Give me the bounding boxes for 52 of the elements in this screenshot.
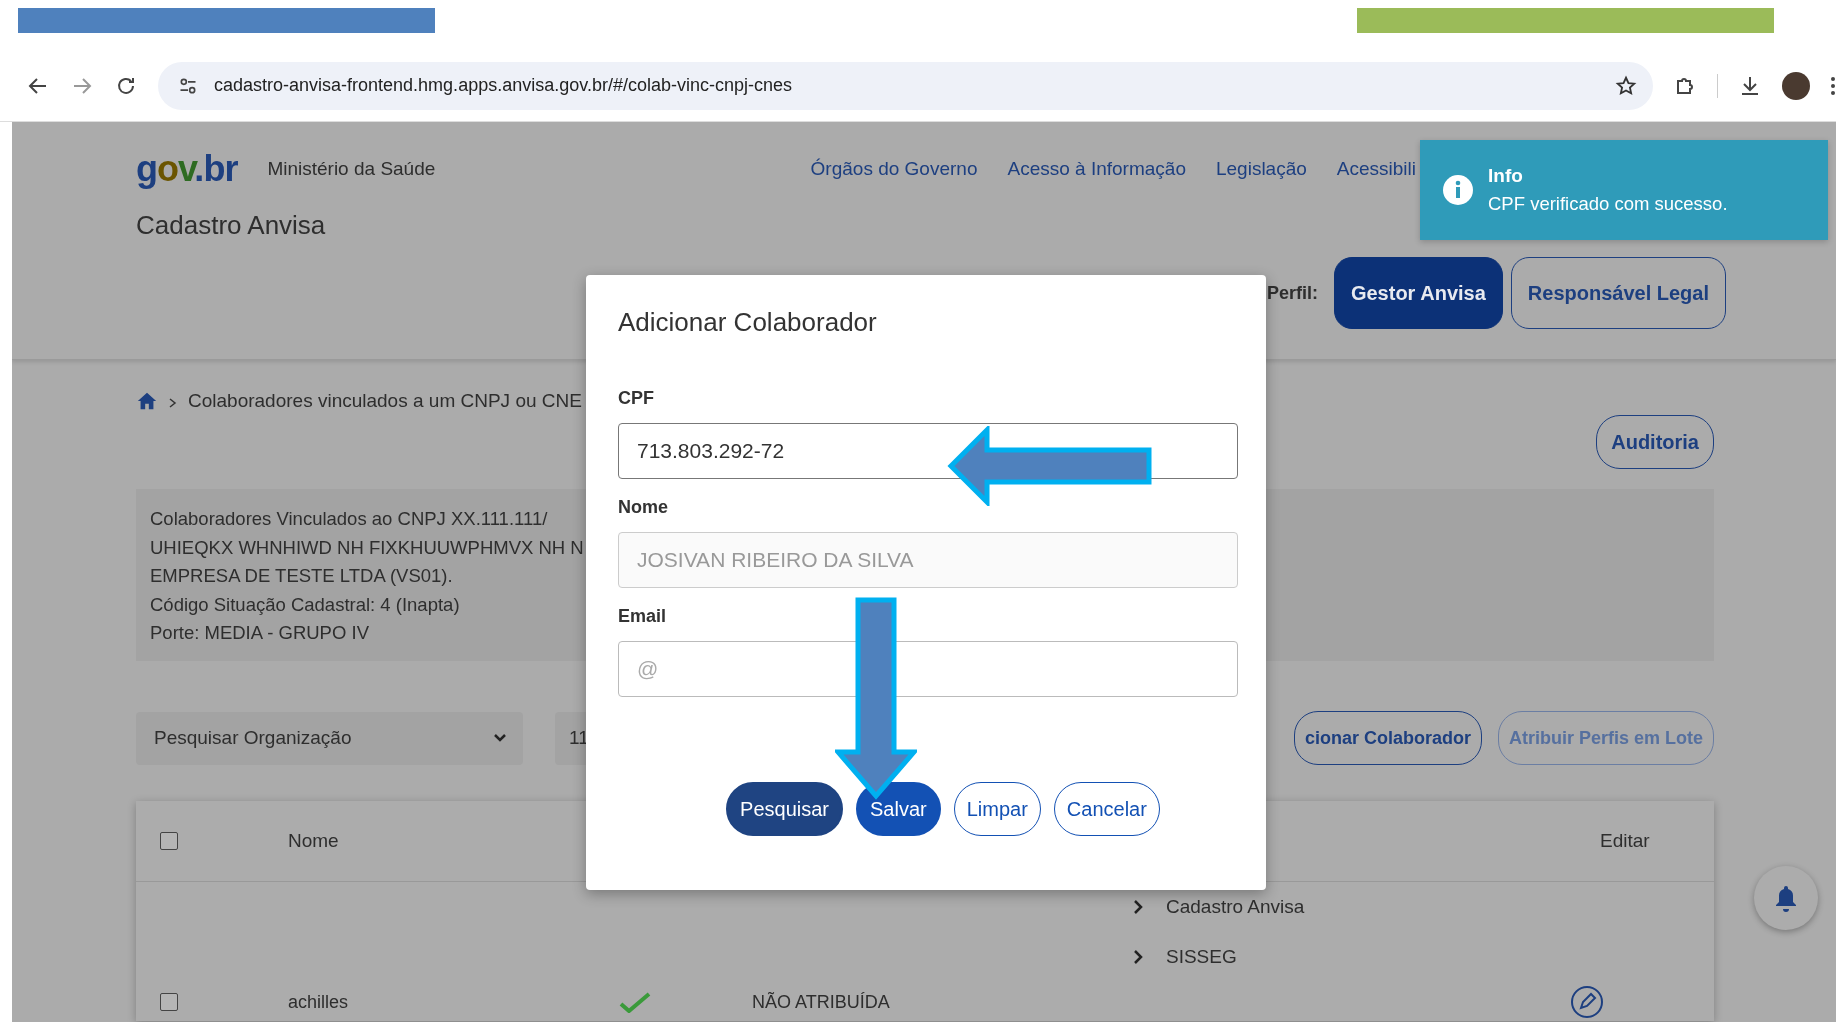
dialog-button[interactable]: Pesquisar — [726, 782, 843, 836]
info-icon — [1442, 174, 1474, 206]
group-name: SISSEG — [1166, 946, 1237, 968]
dialog-button[interactable]: Salvar — [856, 782, 941, 836]
breadcrumb-link[interactable]: Colaboradores vinculados a um CNPJ ou CNE — [188, 390, 582, 412]
info-text: Porte: MEDIA - GRUPO IV — [150, 621, 369, 645]
checkbox[interactable] — [160, 993, 178, 1011]
info-text: UHIEQKX WHNHIWD NH FIXKHUUWPHMVX NH N — [150, 535, 584, 560]
action-button[interactable]: cionar Colaborador — [1293, 711, 1482, 765]
field-label: Email — [618, 606, 668, 627]
checkbox[interactable] — [160, 832, 178, 850]
toast-message: CPF verificado com sucesso. — [1488, 193, 1728, 215]
chevron-right-icon[interactable] — [1132, 898, 1144, 916]
profile-tab[interactable]: Responsável Legal — [1510, 257, 1726, 329]
profile-tab[interactable]: Gestor Anvisa — [1333, 257, 1503, 329]
nav-link[interactable]: Órgãos do Governo — [810, 158, 978, 180]
organization-select[interactable]: Pesquisar Organização — [136, 711, 523, 765]
info-text: Colaboradores Vinculados ao CNPJ XX.111.111/ — [150, 507, 548, 531]
select-text: Pesquisar Organização — [154, 727, 352, 749]
edit-icon[interactable] — [1570, 985, 1604, 1019]
bell-icon — [1774, 884, 1798, 912]
profile-label: Perfil: — [1266, 282, 1318, 304]
column-header: Editar — [1600, 830, 1651, 852]
audit-button[interactable]: Auditoria — [1596, 415, 1714, 469]
star-icon[interactable] — [1615, 74, 1637, 97]
info-text: EMPRESA DE TESTE LTDA (VS01). — [150, 564, 453, 588]
field-label: Nome — [618, 497, 669, 518]
url-text: cadastro-anvisa-frontend.hmg.apps.anvisa.gov.br/#/colab-vinc-cnpj-cnes — [214, 75, 793, 96]
column-header: Nome — [288, 830, 340, 852]
toast-title: Info — [1488, 165, 1524, 187]
chevron-right-icon[interactable] — [1132, 948, 1144, 966]
app-title: Cadastro Anvisa — [136, 210, 327, 241]
table-cell-text: NÃO ATRIBUÍDA — [752, 991, 891, 1013]
nav-link[interactable]: Legislação — [1215, 158, 1307, 180]
avatar[interactable] — [1782, 71, 1810, 100]
dialog-button[interactable]: Cancelar — [1053, 782, 1160, 836]
address-bar[interactable]: cadastro-anvisa-frontend.hmg.apps.anvisa.gov.br/#/colab-vinc-cnpj-cnes — [158, 61, 1653, 110]
dialog-title: Adicionar Colaborador — [618, 307, 878, 338]
home-icon[interactable] — [136, 390, 158, 412]
chevron-down-icon — [493, 733, 507, 743]
dialog-button[interactable]: Limpar — [953, 782, 1041, 836]
gov-br-logo: gov.br — [136, 149, 238, 189]
field-label: CPF — [618, 388, 655, 409]
group-name: Cadastro Anvisa — [1166, 896, 1305, 918]
input-field[interactable]: @ — [618, 641, 1238, 697]
ministry-name: Ministério da Saúde — [267, 158, 436, 180]
table-cell-text: achilles — [288, 991, 350, 1013]
notification-button[interactable] — [1754, 866, 1818, 930]
check-icon — [618, 991, 652, 1013]
info-text: Código Situação Cadastral: 4 (Inapta) — [150, 592, 460, 617]
nav-link[interactable]: Acesso à Informação — [1007, 158, 1186, 180]
nav-link[interactable]: Acessibili — [1336, 158, 1416, 180]
